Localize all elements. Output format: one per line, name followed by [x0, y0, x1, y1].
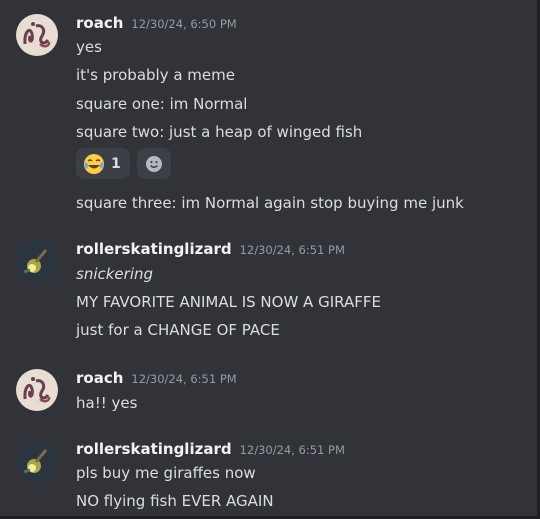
- timestamp[interactable]: 12/30/24, 6:51 PM: [131, 372, 236, 386]
- username[interactable]: rollerskatinglizard: [76, 440, 232, 458]
- message-header: rollerskatinglizard 12/30/24, 6:51 PM: [76, 440, 345, 462]
- username[interactable]: roach: [76, 369, 123, 387]
- message-text: NO flying fish EVER AGAIN: [76, 492, 274, 510]
- message-header: roach 12/30/24, 6:51 PM: [76, 369, 237, 391]
- message-text: ha!! yes: [76, 394, 138, 412]
- avatar-rollerskatinglizard[interactable]: [16, 440, 58, 482]
- message-text: MY FAVORITE ANIMAL IS NOW A GIRAFFE: [76, 293, 381, 311]
- rollerskatinglizard-avatar-icon: [16, 240, 58, 282]
- rollerskatinglizard-avatar-icon: [16, 440, 58, 482]
- message-text: just for a CHANGE OF PACE: [76, 321, 280, 339]
- username[interactable]: roach: [76, 14, 123, 32]
- timestamp[interactable]: 12/30/24, 6:51 PM: [240, 243, 345, 257]
- message-text: pls buy me giraffes now: [76, 464, 256, 482]
- message-text: square two: just a heap of winged fish: [76, 123, 363, 141]
- avatar-rollerskatinglizard[interactable]: [16, 240, 58, 282]
- message-text: square three: im Normal again stop buyin…: [76, 194, 464, 212]
- message-header: roach 12/30/24, 6:50 PM: [76, 14, 237, 36]
- add-reaction-smiley-icon: [146, 155, 162, 172]
- roach-avatar-icon: [16, 369, 58, 411]
- message-text: it's probably a meme: [76, 66, 235, 84]
- message-text: yes: [76, 38, 102, 56]
- avatar-roach[interactable]: [16, 369, 58, 411]
- reaction-joy[interactable]: 1: [76, 148, 130, 179]
- message-text: square one: im Normal: [76, 95, 248, 113]
- message-text: snickering: [76, 265, 154, 283]
- avatar-roach[interactable]: [16, 14, 58, 56]
- add-reaction-button[interactable]: [137, 148, 171, 179]
- username[interactable]: rollerskatinglizard: [76, 240, 232, 258]
- message-header: rollerskatinglizard 12/30/24, 6:51 PM: [76, 240, 345, 262]
- timestamp[interactable]: 12/30/24, 6:50 PM: [131, 17, 236, 31]
- reaction-count: 1: [111, 155, 121, 172]
- roach-avatar-icon: [16, 14, 58, 56]
- timestamp[interactable]: 12/30/24, 6:51 PM: [240, 443, 345, 457]
- joy-emoji-icon: [84, 153, 104, 174]
